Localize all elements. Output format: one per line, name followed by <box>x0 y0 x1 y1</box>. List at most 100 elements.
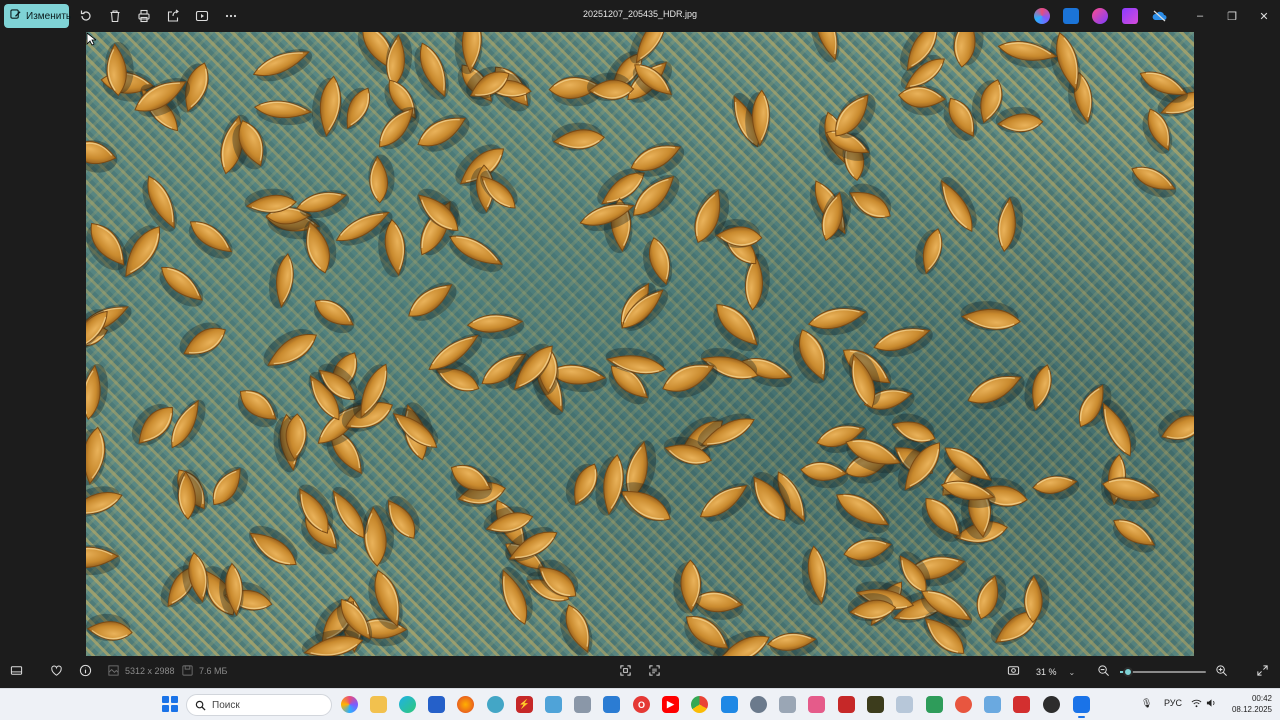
seed <box>810 32 840 63</box>
seed <box>995 106 1044 134</box>
scan-text-button[interactable] <box>648 664 661 677</box>
seed <box>1112 519 1156 553</box>
zoom-in-button[interactable] <box>1215 664 1228 677</box>
seed <box>843 536 894 568</box>
copilot-taskbar-icon[interactable] <box>341 696 358 713</box>
monitor-app-icon[interactable] <box>603 696 620 713</box>
restore-button[interactable]: ❐ <box>1220 6 1244 26</box>
viewer-status-bar: 5312 x 2988 7.6 МБ 31 % ⌄ <box>0 656 1280 688</box>
full-screen-button[interactable] <box>1256 664 1269 677</box>
seed <box>848 183 892 219</box>
seed <box>248 525 298 566</box>
zoom-out-button[interactable] <box>1097 664 1110 677</box>
document-app-icon[interactable] <box>926 696 943 713</box>
more-icon <box>225 14 237 18</box>
seed <box>179 322 226 358</box>
close-button[interactable]: ✕ <box>1252 6 1276 26</box>
youtube-icon[interactable]: ▶ <box>662 696 679 713</box>
zoom-slider-thumb[interactable] <box>1122 667 1133 677</box>
seed <box>253 100 313 126</box>
seed <box>1131 166 1177 198</box>
display-app-icon[interactable] <box>896 696 913 713</box>
red-app-icon[interactable] <box>955 696 972 713</box>
seed <box>408 282 457 321</box>
media-app-icon[interactable] <box>1013 696 1030 713</box>
start-button[interactable] <box>162 696 178 712</box>
zoom-slider[interactable] <box>1120 667 1206 677</box>
taskbar-search-box[interactable]: Поиск <box>186 694 332 716</box>
chevron-down-icon: ⌄ <box>1068 667 1076 677</box>
security-shield-icon[interactable] <box>721 696 738 713</box>
seed <box>368 154 395 204</box>
system-clock[interactable]: 00:42 08.12.2025 <box>1226 693 1272 715</box>
seed <box>873 325 933 357</box>
windows-logo-icon <box>162 696 169 703</box>
seed <box>1158 409 1194 444</box>
fit-to-window-button[interactable] <box>619 664 632 677</box>
keyboard-language[interactable]: РУС <box>1164 698 1182 708</box>
image-app-icon[interactable] <box>545 696 562 713</box>
photos-app-icon[interactable] <box>1073 696 1090 718</box>
clipchamp-icon[interactable] <box>1063 8 1079 24</box>
edit-button[interactable]: Изменить <box>4 4 72 28</box>
wifi-icon[interactable] <box>1191 698 1202 710</box>
delete-button[interactable] <box>105 6 125 26</box>
microphone-icon[interactable]: 🎙 <box>1141 698 1152 709</box>
edit-button-label: Изменить <box>26 10 72 22</box>
notes-app-icon[interactable] <box>867 696 884 713</box>
actual-size-button[interactable] <box>1007 664 1020 677</box>
copilot-icon[interactable] <box>1034 8 1050 24</box>
file-info-button[interactable] <box>79 664 92 677</box>
network-app-icon[interactable] <box>487 696 504 713</box>
info-icon <box>79 664 92 677</box>
opera-icon[interactable]: O <box>633 696 650 713</box>
pdf-reader-icon[interactable] <box>838 696 855 713</box>
minimize-button[interactable]: – <box>1188 6 1212 26</box>
seed <box>252 49 313 82</box>
clock-time: 00:42 <box>1251 694 1272 703</box>
zoom-out-icon <box>1098 665 1109 676</box>
zoom-dropdown[interactable]: 31 % ⌄ <box>1028 662 1088 682</box>
designer-icon[interactable] <box>1092 8 1108 24</box>
seed <box>86 613 133 642</box>
seed <box>171 399 206 449</box>
image-dimensions-icon <box>108 665 119 676</box>
store-icon[interactable] <box>428 696 445 713</box>
zoom-value: 31 % <box>1036 667 1057 677</box>
seed <box>188 221 233 259</box>
settings-gear-icon[interactable] <box>750 696 767 713</box>
print-button[interactable] <box>134 6 154 26</box>
seed <box>997 40 1058 69</box>
obs-icon[interactable] <box>1043 696 1060 713</box>
edge-icon[interactable] <box>399 696 416 713</box>
flash-app-icon[interactable]: ⚡ <box>516 696 533 713</box>
photo-tool-icon[interactable] <box>779 696 796 713</box>
video-editor-icon[interactable] <box>1122 8 1138 24</box>
seed <box>269 253 294 309</box>
seed <box>766 632 819 656</box>
screen-app-icon[interactable] <box>984 696 1001 713</box>
archive-app-icon[interactable] <box>574 696 591 713</box>
more-options-button[interactable] <box>221 6 241 26</box>
share-button[interactable] <box>163 6 183 26</box>
volume-icon[interactable] <box>1206 698 1217 710</box>
filmstrip-icon <box>10 666 23 675</box>
chrome-icon[interactable] <box>691 696 708 713</box>
trash-icon <box>110 10 120 23</box>
image-viewport[interactable] <box>0 32 1280 656</box>
favorite-button[interactable] <box>50 664 63 677</box>
seed <box>939 176 977 232</box>
rotate-button[interactable] <box>76 6 96 26</box>
rotate-icon <box>80 10 91 21</box>
onedrive-icon[interactable] <box>1151 8 1167 24</box>
seed <box>86 140 118 173</box>
seed <box>551 122 606 151</box>
file-explorer-icon[interactable] <box>370 696 387 713</box>
snipping-tool-icon[interactable] <box>808 696 825 713</box>
search-icon <box>195 700 206 711</box>
slideshow-button[interactable] <box>192 6 212 26</box>
firefox-icon[interactable] <box>457 696 474 713</box>
filmstrip-button[interactable] <box>10 664 23 677</box>
share-icon <box>167 9 179 22</box>
title-bar: Изменить 20251207_205435_HDR.jpg – ❐ ✕ <box>0 0 1280 32</box>
